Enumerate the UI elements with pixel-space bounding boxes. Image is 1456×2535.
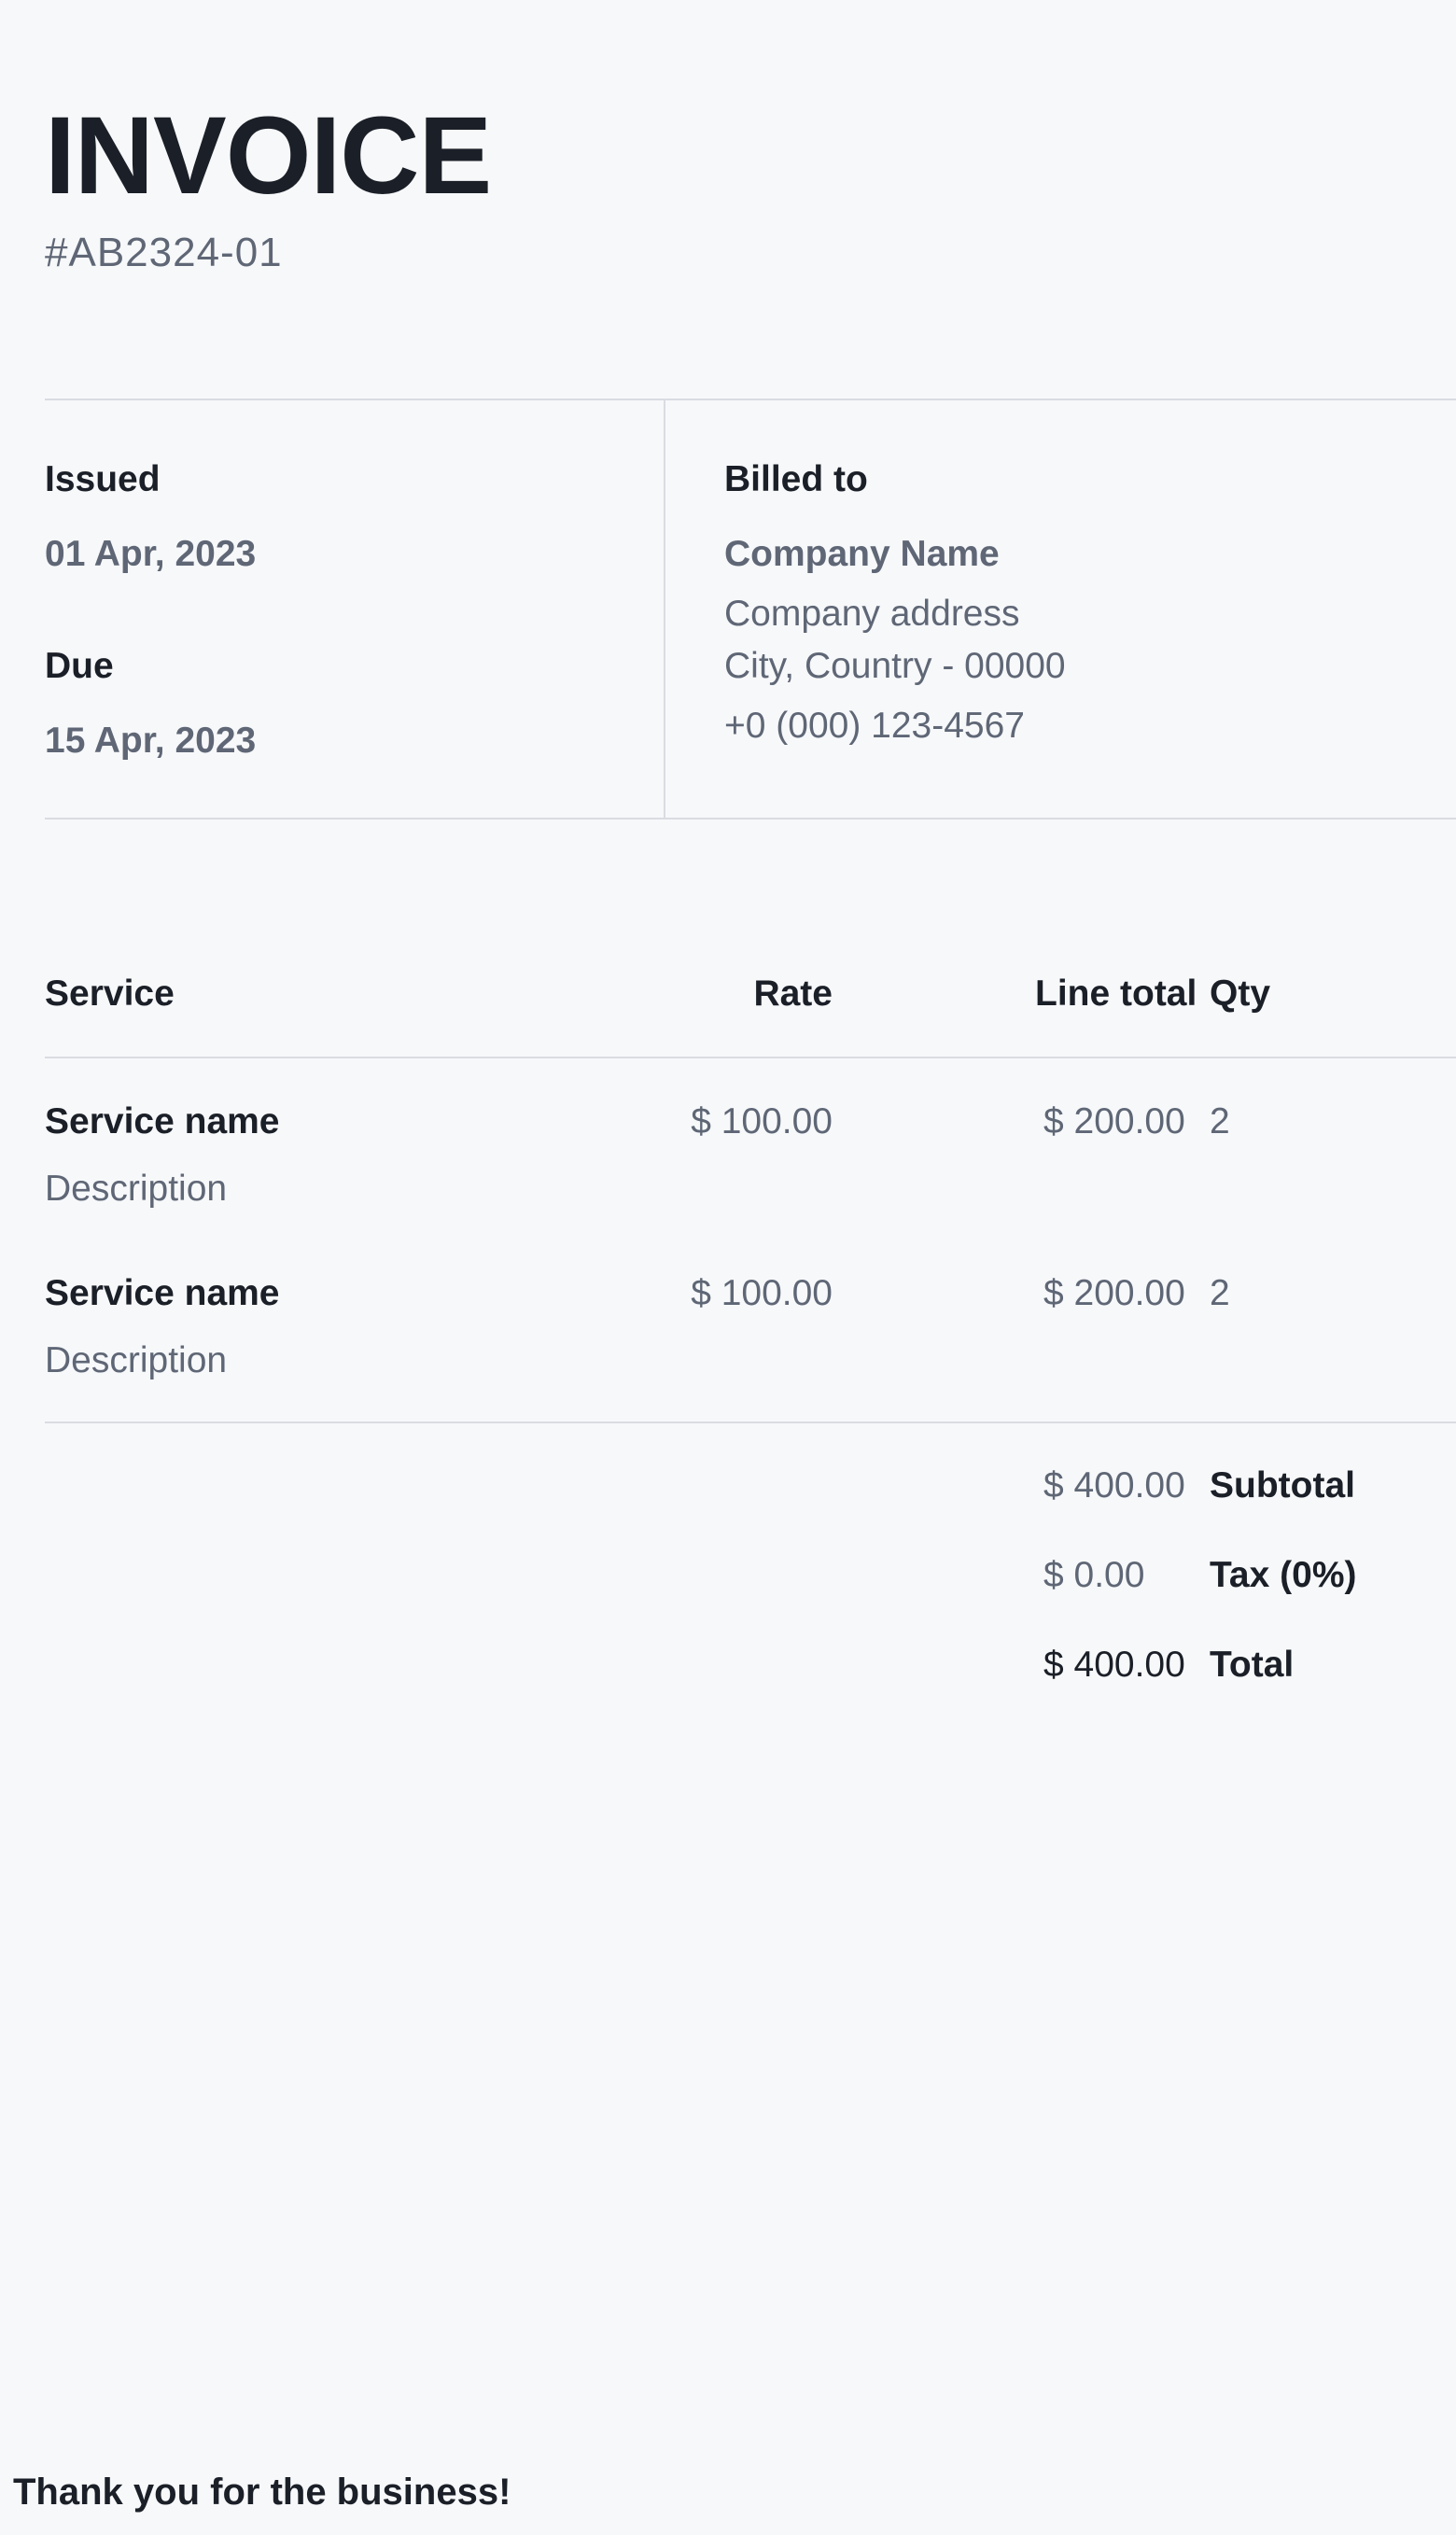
service-column-header: Service <box>45 973 175 1014</box>
tax-label: Tax (0%) <box>1210 1555 1357 1595</box>
service-rate: $ 100.00 <box>691 1101 833 1141</box>
divider-vertical <box>664 400 665 819</box>
invoice-page: INVOICE #AB2324-01 Issued 01 Apr, 2023 D… <box>0 0 1456 2535</box>
divider-mid <box>45 818 1456 819</box>
divider-top <box>45 399 1456 400</box>
billed-to-label: Billed to <box>724 459 868 499</box>
service-description: Description <box>45 1340 228 1380</box>
service-description: Description <box>45 1169 228 1209</box>
service-qty: 2 <box>1210 1273 1230 1313</box>
company-address: Company address <box>724 594 1020 634</box>
total-label: Total <box>1210 1645 1295 1685</box>
tax-value: $ 0.00 <box>1043 1555 1145 1595</box>
due-label: Due <box>45 646 114 686</box>
subtotal-label: Subtotal <box>1210 1465 1355 1506</box>
service-name: Service name <box>45 1101 280 1141</box>
subtotal-value: $ 400.00 <box>1043 1465 1185 1506</box>
company-city-country: City, Country - 00000 <box>724 646 1066 686</box>
invoice-title: INVOICE <box>45 94 492 217</box>
issued-label: Issued <box>45 459 161 499</box>
total-value: $ 400.00 <box>1043 1645 1185 1685</box>
line-total-column-header: Line total <box>1035 973 1197 1014</box>
rate-column-header: Rate <box>753 973 833 1014</box>
company-phone: +0 (000) 123-4567 <box>724 706 1025 746</box>
issued-date: 01 Apr, 2023 <box>45 534 257 574</box>
table-header-divider <box>45 1057 1456 1058</box>
service-line-total: $ 200.00 <box>1043 1273 1185 1313</box>
qty-column-header: Qty <box>1210 973 1271 1014</box>
service-qty: 2 <box>1210 1101 1230 1141</box>
service-rate: $ 100.00 <box>691 1273 833 1313</box>
service-name: Service name <box>45 1273 280 1313</box>
table-bottom-divider <box>45 1422 1456 1423</box>
company-name: Company Name <box>724 534 1000 574</box>
service-line-total: $ 200.00 <box>1043 1101 1185 1141</box>
thank-you-message: Thank you for the business! <box>13 2472 511 2513</box>
invoice-number: #AB2324-01 <box>45 230 283 275</box>
due-date: 15 Apr, 2023 <box>45 721 257 761</box>
